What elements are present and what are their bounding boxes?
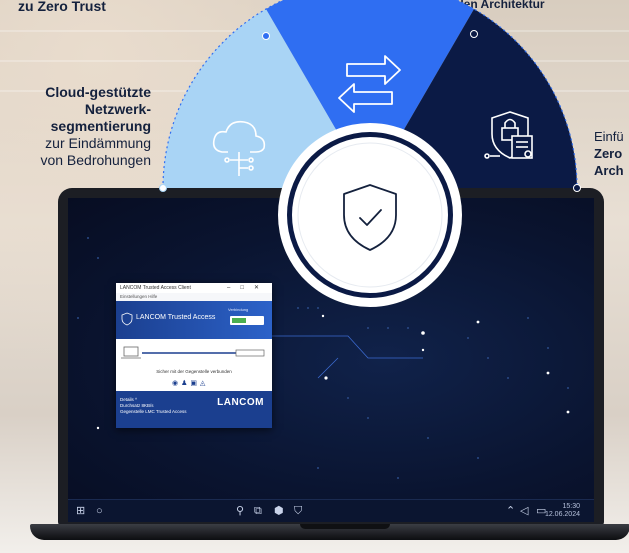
- rim-dot-mid-left: [262, 32, 270, 40]
- center-disc: [297, 142, 443, 288]
- rim-dot-left: [159, 184, 167, 192]
- rim-dot-mid-right: [470, 30, 478, 38]
- laptop-base: [30, 524, 629, 540]
- zero-trust-arc: [159, 0, 581, 307]
- rim-dot-right: [573, 184, 581, 192]
- laptop-notch: [300, 524, 390, 529]
